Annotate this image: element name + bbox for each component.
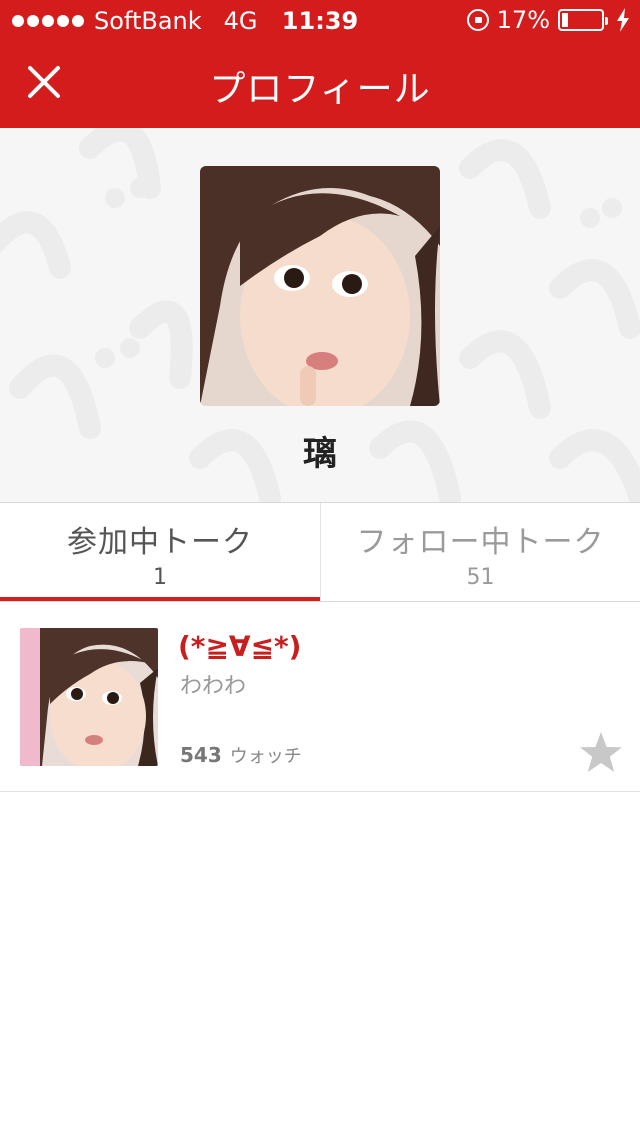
- favorite-button[interactable]: [578, 730, 624, 776]
- rotation-lock-icon: [466, 9, 489, 31]
- tab-following-talks[interactable]: フォロー中トーク 51: [320, 503, 640, 601]
- active-tab-indicator: [0, 597, 320, 601]
- page-title: プロフィール: [209, 69, 431, 110]
- status-bar: SoftBank 4G 11:39 17%: [0, 0, 640, 40]
- list-item[interactable]: (*≧∀≦*) わわわ 543 ウォッチ: [0, 602, 640, 792]
- battery-percent: 17%: [496, 6, 550, 34]
- profile-section: 璃: [0, 128, 640, 502]
- profile-avatar[interactable]: [200, 166, 440, 406]
- nav-bar: プロフィール: [0, 40, 640, 128]
- app-header: SoftBank 4G 11:39 17% プロフィール: [0, 0, 640, 128]
- talk-subtitle: わわわ: [180, 674, 247, 699]
- star-icon: [580, 732, 622, 772]
- talk-tabs: 参加中トーク 1 フォロー中トーク 51: [0, 502, 640, 602]
- talk-list: (*≧∀≦*) わわわ 543 ウォッチ: [0, 602, 640, 792]
- watch-info: 543 ウォッチ: [180, 742, 302, 768]
- profile-photo: [200, 166, 440, 406]
- battery-level: [562, 13, 568, 27]
- tab-label: フォロー中トーク: [356, 525, 605, 560]
- talk-title: (*≧∀≦*): [178, 630, 302, 663]
- profile-name: 璃: [303, 434, 337, 474]
- talk-thumbnail: [20, 628, 158, 766]
- watch-label: ウォッチ: [229, 746, 302, 767]
- battery-icon: [558, 9, 608, 31]
- tab-label: 参加中トーク: [67, 525, 253, 560]
- tab-joined-talks[interactable]: 参加中トーク 1: [0, 503, 320, 601]
- tab-count: 1: [153, 565, 167, 590]
- watch-count: 543: [180, 743, 222, 767]
- charging-bolt-icon: [617, 8, 629, 32]
- tab-count: 51: [466, 565, 495, 590]
- status-right: 17%: [466, 6, 630, 34]
- talk-photo: [20, 628, 158, 766]
